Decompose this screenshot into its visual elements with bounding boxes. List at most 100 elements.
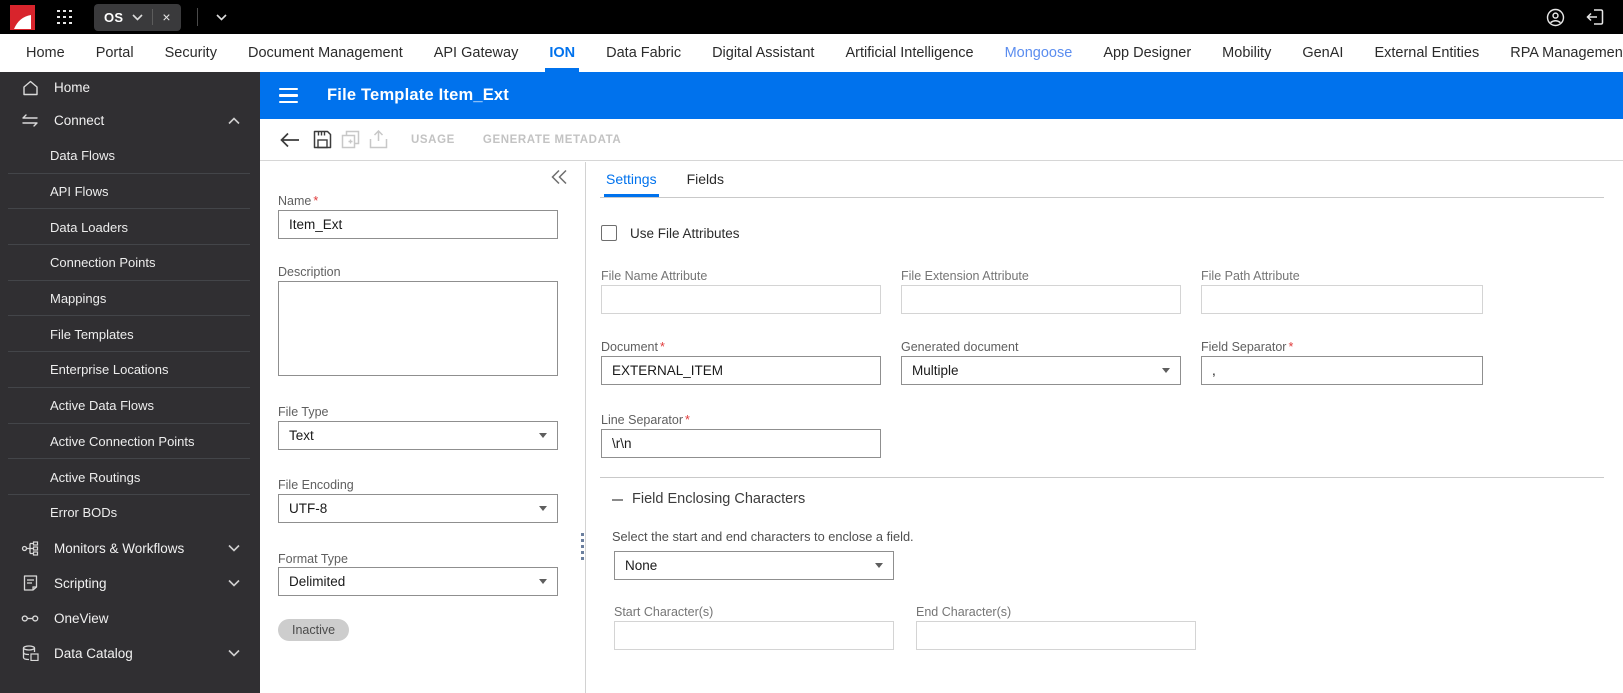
sidebar-item-scripting[interactable]: Scripting	[0, 566, 260, 601]
file-path-attribute-field[interactable]	[1201, 285, 1483, 314]
enclosing-mode-select[interactable]: None	[614, 551, 894, 580]
sidebar-item-mappings[interactable]: Mappings	[0, 281, 260, 317]
toolbar: USAGE GENERATE METADATA	[260, 119, 1623, 161]
close-icon[interactable]: ×	[162, 10, 170, 24]
sidebar-item-home[interactable]: Home	[0, 72, 260, 103]
transfer-icon	[21, 114, 39, 127]
document-field[interactable]	[601, 356, 881, 385]
required-asterisk: *	[685, 413, 690, 427]
sidebar-item-data-flows[interactable]: Data Flows	[0, 138, 260, 174]
user-icon[interactable]	[1546, 8, 1565, 27]
nav-item-api-gateway[interactable]: API Gateway	[434, 34, 519, 72]
app-nav-bar: Home Portal Security Document Management…	[0, 34, 1623, 72]
file-encoding-label: File Encoding	[278, 478, 354, 492]
line-separator-field[interactable]	[601, 429, 881, 458]
file-extension-attribute-field[interactable]	[901, 285, 1181, 314]
generated-document-select[interactable]: Multiple	[901, 356, 1181, 385]
back-arrow-icon[interactable]	[280, 132, 301, 148]
nav-item-mongoose[interactable]: Mongoose	[1005, 34, 1073, 72]
workspace-tab-os[interactable]: OS ×	[94, 3, 181, 31]
hierarchy-icon	[21, 540, 39, 556]
chevron-down-icon[interactable]	[228, 579, 240, 587]
tab-bar: Settings Fields	[604, 161, 726, 197]
topbar-right-group	[1546, 8, 1605, 27]
sidebar-item-label: Monitors & Workflows	[54, 540, 185, 556]
sidebar-item-connect[interactable]: Connect	[0, 103, 260, 138]
sidebar-item-active-data-flows[interactable]: Active Data Flows	[0, 388, 260, 424]
home-icon	[21, 80, 39, 96]
name-label: Name *	[278, 194, 319, 208]
tab-separator	[600, 197, 1604, 198]
use-file-attributes-checkbox[interactable]	[601, 225, 617, 241]
sidebar-item-oneview[interactable]: OneView	[0, 601, 260, 636]
start-characters-field[interactable]	[614, 621, 894, 650]
file-extension-attribute-label: File Extension Attribute	[901, 269, 1029, 283]
generated-document-label: Generated document	[901, 340, 1019, 354]
sidebar-item-active-connection-points[interactable]: Active Connection Points	[0, 424, 260, 460]
section-divider	[600, 477, 1604, 478]
nav-item-mobility[interactable]: Mobility	[1222, 34, 1271, 72]
workspace-tab-label: OS	[104, 9, 124, 25]
description-field[interactable]	[278, 281, 558, 376]
name-field[interactable]	[278, 210, 558, 239]
document-label: Document *	[601, 340, 665, 354]
sidebar-item-error-bods[interactable]: Error BODs	[0, 495, 260, 531]
chevron-up-icon[interactable]	[228, 116, 240, 125]
nav-item-document-management[interactable]: Document Management	[248, 34, 403, 72]
sidebar-item-data-catalog[interactable]: Data Catalog	[0, 636, 260, 671]
sidebar-item-connection-points[interactable]: Connection Points	[0, 245, 260, 281]
nav-item-digital-assistant[interactable]: Digital Assistant	[712, 34, 814, 72]
nav-item-genai[interactable]: GenAI	[1302, 34, 1343, 72]
format-type-label: Format Type	[278, 552, 348, 566]
nav-item-artificial-intelligence[interactable]: Artificial Intelligence	[845, 34, 973, 72]
file-encoding-value: UTF-8	[289, 501, 328, 516]
top-bar: OS ×	[0, 0, 1623, 34]
logout-icon[interactable]	[1585, 8, 1605, 26]
sidebar-item-monitors-workflows[interactable]: Monitors & Workflows	[0, 531, 260, 566]
file-name-attribute-field[interactable]	[601, 285, 881, 314]
sidebar-item-active-routings[interactable]: Active Routings	[0, 459, 260, 495]
file-path-attribute-label: File Path Attribute	[1201, 269, 1300, 283]
duplicate-icon[interactable]	[341, 130, 360, 149]
page-title: File Template Item_Ext	[327, 86, 509, 104]
generate-metadata-button[interactable]: GENERATE METADATA	[483, 134, 621, 146]
end-characters-field[interactable]	[916, 621, 1196, 650]
file-type-select[interactable]: Text	[278, 421, 558, 450]
format-type-select[interactable]: Delimited	[278, 567, 558, 596]
nav-item-external-entities[interactable]: External Entities	[1374, 34, 1479, 72]
workspace-chevron-icon[interactable]	[216, 8, 227, 26]
share-icon[interactable]	[369, 130, 388, 149]
sidebar: Home Connect Data Flows API Flows Data L…	[0, 72, 260, 693]
sidebar-item-enterprise-locations[interactable]: Enterprise Locations	[0, 352, 260, 388]
collapse-section-icon[interactable]	[612, 499, 623, 501]
chevron-down-icon	[1162, 368, 1170, 373]
sidebar-item-label: Scripting	[54, 575, 107, 591]
usage-button[interactable]: USAGE	[411, 134, 455, 146]
field-separator-field[interactable]	[1201, 356, 1483, 385]
sidebar-item-file-templates[interactable]: File Templates	[0, 316, 260, 352]
nav-item-data-fabric[interactable]: Data Fabric	[606, 34, 681, 72]
nav-item-rpa-management[interactable]: RPA Management	[1510, 34, 1623, 72]
nav-item-portal[interactable]: Portal	[96, 34, 134, 72]
tab-fields[interactable]: Fields	[685, 161, 726, 197]
nav-item-home[interactable]: Home	[26, 34, 65, 72]
collapse-pane-icon[interactable]	[550, 169, 568, 190]
field-enclosing-section-title: Field Enclosing Characters	[632, 491, 806, 507]
nav-item-security[interactable]: Security	[165, 34, 217, 72]
infor-logo[interactable]	[10, 4, 35, 30]
file-encoding-select[interactable]: UTF-8	[278, 494, 558, 523]
nav-item-ion[interactable]: ION	[545, 34, 579, 72]
app-grid-icon[interactable]	[57, 9, 72, 25]
menu-icon[interactable]	[279, 87, 298, 104]
nav-item-app-designer[interactable]: App Designer	[1103, 34, 1191, 72]
pane-resize-handle[interactable]	[579, 531, 586, 562]
chevron-down-icon[interactable]	[132, 13, 143, 21]
sidebar-item-data-loaders[interactable]: Data Loaders	[0, 209, 260, 245]
sidebar-item-api-flows[interactable]: API Flows	[0, 174, 260, 210]
chevron-down-icon[interactable]	[228, 649, 240, 657]
format-type-value: Delimited	[289, 574, 346, 589]
chevron-down-icon[interactable]	[228, 544, 240, 552]
save-icon[interactable]	[313, 130, 332, 149]
tab-settings[interactable]: Settings	[604, 161, 659, 197]
use-file-attributes-label: Use File Attributes	[630, 225, 740, 241]
